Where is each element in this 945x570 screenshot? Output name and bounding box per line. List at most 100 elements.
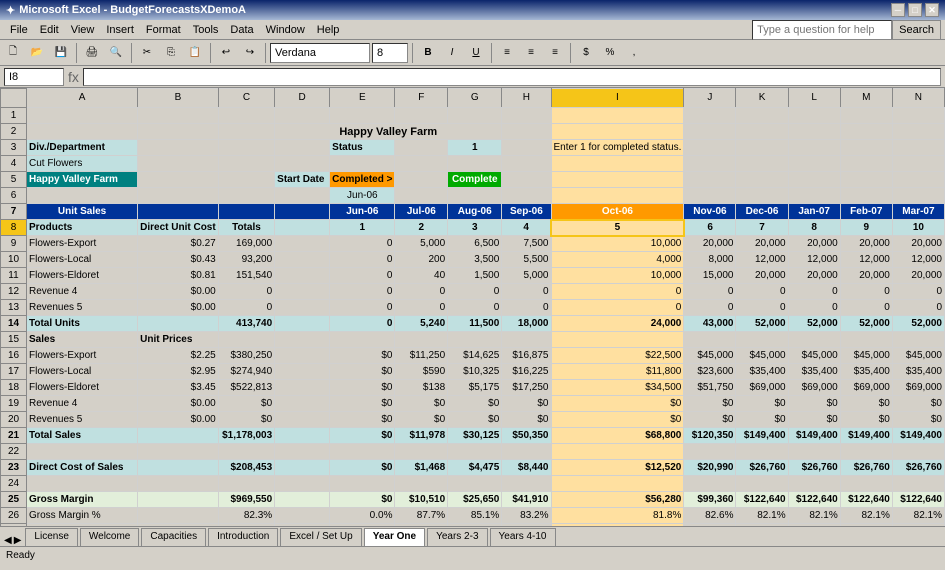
align-center-button[interactable]: ≡ [520, 42, 542, 64]
bold-button[interactable]: B [417, 42, 439, 64]
col-header-N[interactable]: N [892, 89, 944, 108]
toolbar-sep-4 [265, 43, 266, 63]
table-row: 26 Gross Margin % 82.3% 0.0% 87.7% 85.1%… [1, 508, 945, 524]
sheet-tab-setup[interactable]: Excel / Set Up [280, 528, 361, 546]
col-header-B[interactable]: B [138, 89, 219, 108]
col-header-M[interactable]: M [840, 89, 892, 108]
sheet-tab-welcome[interactable]: Welcome [80, 528, 140, 546]
spreadsheet-area: A B C D E F G H I J K L M N [0, 88, 945, 526]
status-bar: Ready [0, 546, 945, 564]
menu-format[interactable]: Format [140, 22, 187, 38]
table-row: 4 Cut Flowers [1, 156, 945, 172]
col-header-F[interactable]: F [395, 89, 448, 108]
toolbar-sep-2 [131, 43, 132, 63]
save-button[interactable]: 💾 [50, 42, 72, 64]
toolbar-sep-1 [76, 43, 77, 63]
menu-tools[interactable]: Tools [187, 22, 225, 38]
menu-data[interactable]: Data [224, 22, 259, 38]
table-row: 16 Flowers-Export $2.25 $380,250 $0 $11,… [1, 348, 945, 364]
menu-help[interactable]: Help [311, 22, 346, 38]
col-header-E[interactable]: E [330, 89, 395, 108]
sheet-tab-introduction[interactable]: Introduction [208, 528, 278, 546]
menu-window[interactable]: Window [260, 22, 311, 38]
menu-edit[interactable]: Edit [34, 22, 65, 38]
col-header-D[interactable]: D [275, 89, 330, 108]
col-header-J[interactable]: J [684, 89, 736, 108]
font-size-selector[interactable] [372, 43, 408, 63]
print-preview-button[interactable]: 🔍 [105, 42, 127, 64]
sheet-tab-year-one[interactable]: Year One [364, 528, 425, 546]
table-row: 9 Flowers-Export $0.27 169,000 0 5,000 6… [1, 236, 945, 252]
table-row: 27 [1, 524, 945, 527]
sheet-tab-license[interactable]: License [25, 528, 77, 546]
title-bar-left: ✦ Microsoft Excel - BudgetForecastsXDemo… [6, 4, 246, 17]
table-row: 7 Unit Sales Jun-06 Jul-06 Aug-06 Sep-06… [1, 204, 945, 220]
col-header-H[interactable]: H [502, 89, 551, 108]
sheet-tab-capacities[interactable]: Capacities [141, 528, 206, 546]
menu-insert[interactable]: Insert [100, 22, 140, 38]
col-header-C[interactable]: C [218, 89, 274, 108]
print-button[interactable]: 🖨 [81, 42, 103, 64]
col-header-K[interactable]: K [736, 89, 788, 108]
table-row: 1 [1, 108, 945, 124]
underline-button[interactable]: U [465, 42, 487, 64]
formula-bar-separator: fx [68, 69, 79, 85]
help-search-input[interactable] [752, 20, 892, 40]
col-header-row: A B C D E F G H I J K L M N [1, 89, 945, 108]
spreadsheet-table: A B C D E F G H I J K L M N [0, 88, 945, 526]
menu-view[interactable]: View [65, 22, 101, 38]
col-header-A[interactable]: A [27, 89, 138, 108]
table-row: 11 Flowers-Eldoret $0.81 151,540 0 40 1,… [1, 268, 945, 284]
align-left-button[interactable]: ≡ [496, 42, 518, 64]
table-row: 25 Gross Margin $969,550 $0 $10,510 $25,… [1, 492, 945, 508]
sheet-tab-years-4-10[interactable]: Years 4-10 [490, 528, 556, 546]
currency-button[interactable]: $ [575, 42, 597, 64]
name-box[interactable] [4, 68, 64, 86]
toolbar-sep-5 [412, 43, 413, 63]
toolbar-sep-6 [491, 43, 492, 63]
corner-cell [1, 89, 27, 108]
menu-bar: File Edit View Insert Format Tools Data … [0, 20, 945, 40]
percent-button[interactable]: % [599, 42, 621, 64]
table-row: 19 Revenue 4 $0.00 $0 $0 $0 $0 $0 $0 $0 … [1, 396, 945, 412]
italic-button[interactable]: I [441, 42, 463, 64]
table-row: 2 Happy Valley Farm [1, 124, 945, 140]
paste-button[interactable]: 📋 [184, 42, 206, 64]
redo-button[interactable]: ↪ [239, 42, 261, 64]
formula-bar: fx [0, 66, 945, 88]
tab-scroll-right[interactable]: ▶ [14, 535, 22, 546]
window-title: Microsoft Excel - BudgetForecastsXDemoA [19, 4, 246, 16]
grid-container[interactable]: A B C D E F G H I J K L M N [0, 88, 945, 526]
tab-scroll-left[interactable]: ◀ [4, 535, 12, 546]
table-row: 22 [1, 444, 945, 460]
new-button[interactable]: 🗋 [2, 42, 24, 64]
comma-button[interactable]: , [623, 42, 645, 64]
toolbar-sep-3 [210, 43, 211, 63]
col-header-L[interactable]: L [788, 89, 840, 108]
minimize-button[interactable]: ─ [891, 3, 905, 17]
table-row: 10 Flowers-Local $0.43 93,200 0 200 3,50… [1, 252, 945, 268]
sheet-tab-bar: ◀ ▶ License Welcome Capacities Introduct… [0, 526, 945, 546]
table-row: 17 Flowers-Local $2.95 $274,940 $0 $590 … [1, 364, 945, 380]
cut-button[interactable]: ✂ [136, 42, 158, 64]
help-search-button[interactable]: Search [892, 20, 941, 40]
menu-file[interactable]: File [4, 22, 34, 38]
font-selector[interactable] [270, 43, 370, 63]
col-header-G[interactable]: G [448, 89, 502, 108]
table-row: 20 Revenues 5 $0.00 $0 $0 $0 $0 $0 $0 $0… [1, 412, 945, 428]
copy-button[interactable]: ⎘ [160, 42, 182, 64]
undo-button[interactable]: ↩ [215, 42, 237, 64]
col-header-I[interactable]: I [551, 89, 684, 108]
close-button[interactable]: ✕ [925, 3, 939, 17]
table-row: 3 Div./Department Status 1 Enter 1 for c… [1, 140, 945, 156]
maximize-button[interactable]: □ [908, 3, 922, 17]
title-bar-controls: ─ □ ✕ [891, 3, 939, 17]
title-bar: ✦ Microsoft Excel - BudgetForecastsXDemo… [0, 0, 945, 20]
toolbar: 🗋 📂 💾 🖨 🔍 ✂ ⎘ 📋 ↩ ↪ B I U ≡ ≡ ≡ $ % , [0, 40, 945, 66]
table-row: 23 Direct Cost of Sales $208,453 $0 $1,4… [1, 460, 945, 476]
status-text: Ready [6, 550, 35, 561]
open-button[interactable]: 📂 [26, 42, 48, 64]
formula-input[interactable] [83, 68, 941, 86]
sheet-tab-years-2-3[interactable]: Years 2-3 [427, 528, 487, 546]
align-right-button[interactable]: ≡ [544, 42, 566, 64]
